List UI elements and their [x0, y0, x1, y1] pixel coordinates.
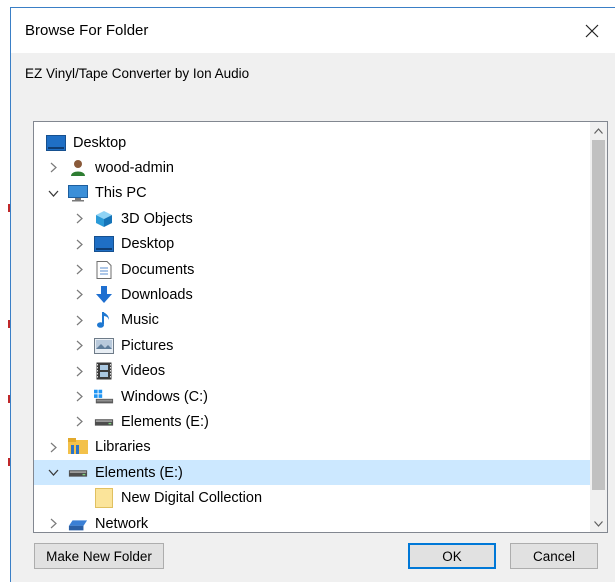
desktop-icon — [94, 235, 114, 253]
tree-expander[interactable] — [72, 288, 86, 302]
close-button[interactable] — [569, 8, 615, 53]
window-title: Browse For Folder — [25, 22, 149, 39]
tree-item[interactable]: Pictures — [34, 333, 590, 358]
tree-item-label: Documents — [121, 261, 195, 278]
tree-item[interactable]: Videos — [34, 359, 590, 384]
chevron-down-icon — [48, 190, 58, 197]
tree-expander[interactable] — [46, 161, 60, 175]
chevron-right-icon — [76, 416, 83, 427]
music-icon — [94, 311, 114, 329]
folder-icon — [94, 488, 114, 509]
chevron-right-icon — [76, 213, 83, 224]
tree-expander[interactable] — [72, 390, 86, 404]
tree-expander[interactable] — [46, 186, 60, 200]
tree-item-label: Videos — [121, 363, 166, 380]
chevron-right-icon — [76, 239, 83, 250]
tree-item[interactable]: Desktop — [34, 232, 590, 257]
tree-item[interactable]: Elements (E:) — [34, 409, 590, 434]
tree-item-label: Desktop — [73, 134, 127, 151]
tree-item[interactable]: Windows (C:) — [34, 384, 590, 409]
tree-item-label: Downloads — [121, 286, 193, 303]
tree-expander[interactable] — [46, 466, 60, 480]
tree-item-label: Network — [95, 515, 149, 532]
scroll-down-button[interactable] — [590, 515, 607, 532]
pictures-icon — [94, 337, 114, 355]
chevron-right-icon — [76, 264, 83, 275]
tree-expander[interactable] — [46, 517, 60, 531]
documents-icon — [94, 260, 114, 279]
tree-item-label: wood-admin — [95, 159, 174, 176]
tree-item[interactable]: Elements (E:) — [34, 460, 590, 486]
tree-expander[interactable] — [72, 339, 86, 353]
tree-item[interactable]: 3D Objects — [34, 206, 590, 231]
tree-item[interactable]: New Digital Collection — [34, 486, 590, 511]
title-bar[interactable]: Browse For Folder — [11, 8, 615, 53]
tree-expander[interactable] — [72, 263, 86, 277]
tree-expander[interactable] — [72, 212, 86, 226]
tree-item[interactable]: Downloads — [34, 282, 590, 307]
tree-item-label: Windows (C:) — [121, 388, 209, 405]
tree-item-label: Music — [121, 312, 159, 329]
chevron-right-icon — [76, 340, 83, 351]
folder-tree[interactable]: Desktop wood-admin This PC 3D Objects Deskto… — [33, 121, 608, 533]
tree-item-label: 3D Objects — [121, 210, 193, 227]
tree-item[interactable]: Desktop — [34, 130, 590, 155]
scrollbar-thumb[interactable] — [592, 140, 605, 490]
tree-item[interactable]: wood-admin — [34, 155, 590, 180]
close-icon — [585, 24, 599, 37]
chevron-right-icon — [50, 442, 57, 453]
ok-button[interactable]: OK — [408, 543, 496, 569]
chevron-up-icon — [594, 127, 603, 134]
tree-item[interactable]: Network — [34, 511, 590, 533]
tree-item-label: Elements (E:) — [95, 464, 183, 481]
chevron-right-icon — [76, 391, 83, 402]
tree-item-label: Desktop — [121, 236, 175, 253]
scroll-up-button[interactable] — [590, 122, 607, 139]
videos-icon — [94, 362, 114, 380]
user-icon — [68, 159, 88, 177]
vertical-scrollbar[interactable] — [590, 122, 607, 532]
cancel-button[interactable]: Cancel — [510, 543, 598, 569]
tree-item-label: Elements (E:) — [121, 413, 209, 430]
drive-icon — [68, 464, 88, 482]
libraries-icon — [68, 438, 88, 456]
tree-item-label: This PC — [95, 185, 147, 202]
network-icon — [68, 515, 88, 533]
tree-item-label: Libraries — [95, 439, 151, 456]
chevron-right-icon — [76, 366, 83, 377]
chevron-right-icon — [76, 289, 83, 300]
tree-expander[interactable] — [72, 415, 86, 429]
tree-expander[interactable] — [72, 364, 86, 378]
tree-item-label: New Digital Collection — [121, 490, 263, 507]
chevron-right-icon — [50, 518, 57, 529]
chevron-right-icon — [76, 315, 83, 326]
chevron-down-icon — [48, 469, 58, 477]
tree-item[interactable]: Music — [34, 308, 590, 333]
computer-icon — [68, 184, 88, 202]
chevron-down-icon — [594, 520, 603, 527]
tree-item-label: Pictures — [121, 337, 174, 354]
downloads-icon — [94, 285, 114, 304]
chevron-right-icon — [50, 162, 57, 173]
drive-icon — [94, 413, 114, 431]
tree-item[interactable]: Libraries — [34, 435, 590, 460]
tree-expander — [72, 491, 86, 505]
tree-item[interactable]: Documents — [34, 257, 590, 282]
browse-for-folder-dialog: Browse For Folder EZ Vinyl/Tape Converte… — [10, 7, 615, 582]
make-new-folder-button[interactable]: Make New Folder — [34, 543, 164, 569]
tree-expander[interactable] — [46, 440, 60, 454]
tree-expander[interactable] — [72, 237, 86, 251]
3d-objects-icon — [94, 210, 114, 228]
windows-drive-icon — [94, 388, 114, 406]
desktop-icon — [46, 134, 66, 152]
tree-item[interactable]: This PC — [34, 181, 590, 206]
tree-expander[interactable] — [72, 313, 86, 327]
dialog-description: EZ Vinyl/Tape Converter by Ion Audio — [25, 66, 250, 81]
